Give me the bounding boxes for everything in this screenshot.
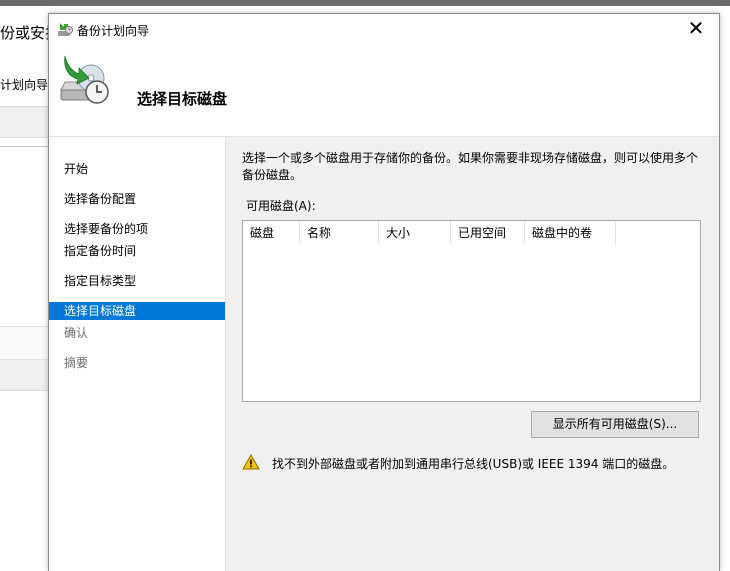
no-external-disk-warning: 找不到外部磁盘或者附加到通用串行总线(USB)或 IEEE 1394 端口的磁盘… bbox=[272, 457, 675, 471]
page-title: 选择目标磁盘 bbox=[137, 90, 228, 108]
wizard-header: 选择目标磁盘 bbox=[49, 44, 719, 137]
background-window-divider bbox=[0, 146, 48, 147]
nav-step-summary: 摘要 bbox=[64, 356, 89, 370]
column-header-volumes[interactable]: 磁盘中的卷 bbox=[525, 221, 616, 245]
backup-wizard-app-icon bbox=[58, 23, 73, 36]
nav-step-confirm: 确认 bbox=[64, 326, 89, 340]
nav-step-select-config[interactable]: 选择备份配置 bbox=[49, 190, 225, 208]
nav-step-target-type[interactable]: 指定目标类型 bbox=[49, 272, 225, 290]
show-all-disks-button[interactable]: 显示所有可用磁盘(S)... bbox=[531, 411, 699, 438]
nav-step-target-disk[interactable]: 选择目标磁盘 bbox=[49, 302, 225, 320]
column-header-size[interactable]: 大小 bbox=[379, 221, 451, 245]
background-window-row bbox=[0, 360, 48, 391]
dialog-titlebar[interactable]: 备份计划向导 ✕ bbox=[49, 14, 719, 44]
close-button[interactable]: ✕ bbox=[673, 14, 719, 44]
column-header-disk[interactable]: 磁盘 bbox=[243, 221, 300, 245]
background-window-row bbox=[0, 326, 48, 360]
backup-schedule-wizard-dialog: 备份计划向导 ✕ 选择目标磁盘 开始 选择备份配置 选择要备份的项 指定备份时间… bbox=[48, 13, 720, 571]
nav-step-start[interactable]: 开始 bbox=[49, 160, 225, 178]
nav-step-specify-time[interactable]: 指定备份时间 bbox=[49, 242, 225, 260]
column-header-name[interactable]: 名称 bbox=[300, 221, 379, 245]
nav-step-select-items[interactable]: 选择要备份的项 bbox=[49, 220, 225, 238]
dialog-title: 备份计划向导 bbox=[77, 24, 150, 38]
background-window-toolbar bbox=[0, 106, 48, 138]
warning-icon bbox=[242, 454, 260, 470]
wizard-content: 选择一个或多个磁盘用于存储你的备份。如果你需要非现场存储磁盘，则可以使用多个备份… bbox=[226, 137, 719, 571]
close-icon: ✕ bbox=[687, 16, 705, 40]
wizard-steps-sidebar: 开始 选择备份配置 选择要备份的项 指定备份时间 指定目标类型 选择目标磁盘 确… bbox=[49, 137, 226, 571]
available-disks-label: 可用磁盘(A): bbox=[246, 199, 316, 213]
available-disks-list[interactable]: 磁盘 名称 大小 已用空间 磁盘中的卷 bbox=[242, 220, 701, 402]
backup-disk-clock-icon bbox=[60, 55, 109, 104]
column-header-used-space[interactable]: 已用空间 bbox=[451, 221, 525, 245]
step-description: 选择一个或多个磁盘用于存储你的备份。如果你需要非现场存储磁盘，则可以使用多个备份… bbox=[242, 151, 699, 182]
